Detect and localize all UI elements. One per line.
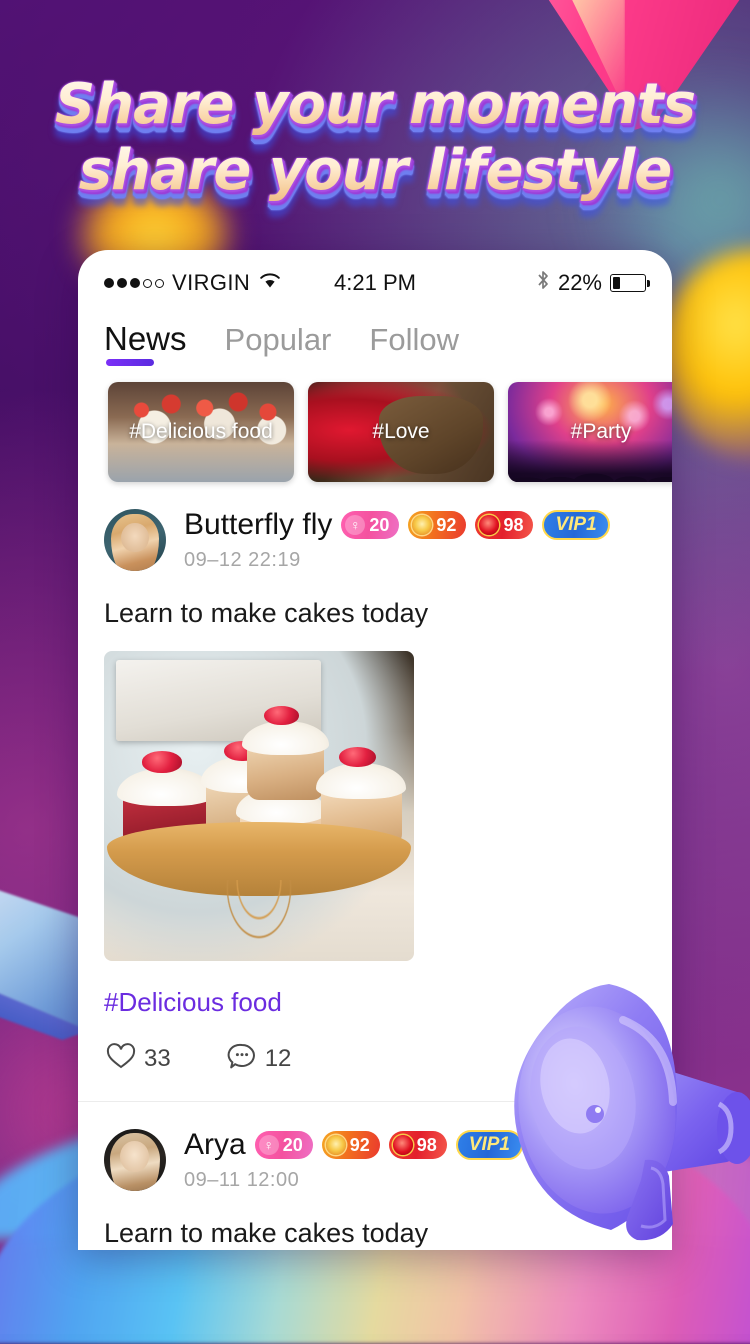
- author-username[interactable]: Butterfly fly: [184, 508, 332, 542]
- post-image-stand-stem: [215, 880, 303, 955]
- wifi-icon: [258, 271, 282, 295]
- badge-level: 92: [321, 1131, 380, 1159]
- status-bar: VIRGIN 4:21 PM 22%: [78, 250, 672, 306]
- signal-strength-icon: [104, 278, 164, 288]
- badge-level-value: 92: [349, 1134, 370, 1155]
- tab-popular-label: Popular: [224, 322, 332, 357]
- comment-count: 12: [264, 1044, 292, 1072]
- badge-rich-value: 98: [503, 514, 524, 535]
- medal-icon: [325, 1135, 346, 1155]
- category-card-love[interactable]: #Love: [308, 382, 494, 482]
- comment-icon: [227, 1042, 257, 1075]
- carrier-label: VIRGIN: [172, 270, 251, 295]
- vip-icon: VIP1: [555, 514, 597, 535]
- comment-button[interactable]: 12: [227, 1042, 292, 1075]
- tab-follow[interactable]: Follow: [369, 322, 459, 368]
- tab-news[interactable]: News: [104, 320, 187, 368]
- badge-gender-value: 20: [369, 514, 390, 535]
- post-header: Butterfly fly ♀ 20 92 98 VIP1 09–12 22:1…: [104, 482, 646, 572]
- badge-level: 92: [408, 511, 467, 539]
- medal-icon: [412, 515, 433, 535]
- status-bar-time: 4:21 PM: [334, 270, 416, 295]
- post-text: Learn to make cakes today: [104, 598, 429, 628]
- gem-icon: [479, 515, 500, 535]
- female-icon: ♀: [258, 1135, 279, 1155]
- badge-gender-value: 20: [282, 1134, 303, 1155]
- gem-icon: [392, 1135, 413, 1155]
- bluetooth-icon: [536, 269, 550, 297]
- promo-headline: Share your moments share your lifestyle: [0, 72, 750, 204]
- badge-vip: VIP1: [542, 510, 610, 540]
- category-card-party[interactable]: #Party: [508, 382, 672, 482]
- post-timestamp: 09–12 22:19: [184, 549, 301, 571]
- badge-gender: ♀ 20: [254, 1131, 313, 1159]
- vip-icon: VIP1: [468, 1134, 510, 1155]
- author-name-row: Butterfly fly ♀ 20 92 98 VIP1: [184, 508, 646, 542]
- tab-follow-label: Follow: [369, 322, 459, 357]
- badge-rich: 98: [475, 511, 534, 539]
- headline-line-1: Share your moments: [0, 72, 750, 138]
- heart-icon: [106, 1042, 136, 1075]
- cupcake: [241, 706, 329, 800]
- battery-percent-label: 22%: [557, 270, 602, 295]
- badge-level-value: 92: [436, 514, 457, 535]
- category-card-delicious-food[interactable]: #Delicious food: [108, 382, 294, 482]
- avatar[interactable]: [104, 509, 166, 571]
- category-label: #Love: [372, 420, 430, 443]
- post-author-meta: Butterfly fly ♀ 20 92 98 VIP1 09–12 22:1…: [184, 508, 646, 572]
- avatar[interactable]: [104, 1129, 166, 1191]
- feed-tabs: News Popular Follow: [78, 306, 672, 368]
- status-bar-left: VIRGIN: [104, 270, 334, 296]
- like-button[interactable]: 33: [106, 1042, 171, 1075]
- megaphone-icon: [514, 984, 750, 1241]
- tab-popular[interactable]: Popular: [225, 322, 332, 368]
- badge-gender: ♀ 20: [341, 511, 400, 539]
- badge-rich: 98: [388, 1131, 447, 1159]
- post-image[interactable]: [104, 651, 414, 961]
- tab-news-label: News: [104, 320, 187, 357]
- category-label: #Party: [570, 420, 632, 443]
- female-icon: ♀: [345, 515, 366, 535]
- category-label: #Delicious food: [129, 420, 273, 443]
- author-username[interactable]: Arya: [184, 1128, 246, 1162]
- like-count: 33: [144, 1044, 171, 1072]
- category-carousel[interactable]: #Delicious food #Love #Party: [78, 368, 672, 482]
- badge-rich-value: 98: [416, 1134, 437, 1155]
- headline-line-2: share your lifestyle: [0, 138, 750, 204]
- status-bar-right: 22%: [416, 269, 650, 297]
- battery-icon: [610, 274, 650, 292]
